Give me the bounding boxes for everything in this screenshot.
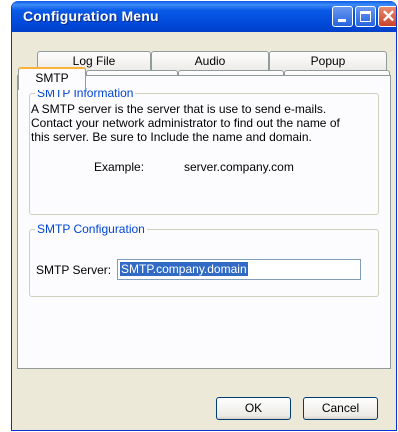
minimize-icon [338,19,346,22]
window-title: Configuration Menu [23,8,159,24]
example-label: Example: [94,160,145,174]
maximize-icon [360,11,371,22]
tab-audio[interactable]: Audio [151,51,269,71]
smtp-information-group: SMTP Information A SMTP server is the se… [29,86,379,215]
maximize-button[interactable] [355,6,376,27]
tab-smtp[interactable]: SMTP [18,67,86,90]
smtp-tab-panel: SMTP Information A SMTP server is the se… [17,75,391,369]
smtp-server-input[interactable]: SMTP.company.domain [117,259,361,280]
info-line-1: A SMTP server is the server that is use … [31,102,327,116]
example-value: server.company.com [184,160,294,174]
tab-popup[interactable]: Popup [269,51,387,71]
cancel-button[interactable]: Cancel [303,397,378,420]
smtp-server-label: SMTP Server: [36,263,112,277]
smtp-server-value: SMTP.company.domain [120,262,248,276]
close-icon: ✕ [381,7,396,26]
close-button[interactable]: ✕ [378,6,396,27]
configuration-window: Configuration Menu ✕ Log File Audio Popu… [11,1,397,431]
title-bar[interactable]: Configuration Menu ✕ [12,1,396,32]
ok-button[interactable]: OK [216,397,291,420]
minimize-button[interactable] [332,6,353,27]
smtp-configuration-legend: SMTP Configuration [35,222,147,236]
smtp-configuration-group: SMTP Configuration SMTP Server: SMTP.com… [29,222,379,297]
info-line-2: Contact your network administrator to fi… [31,116,340,130]
info-line-3: this server. Be sure to Include the name… [31,130,312,144]
